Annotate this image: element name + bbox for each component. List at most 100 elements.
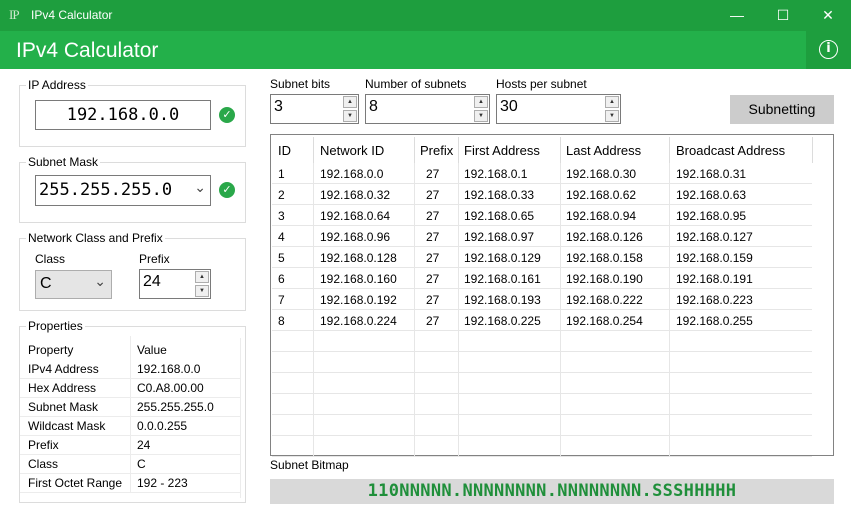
- table-header-cell[interactable]: First Address: [464, 143, 540, 158]
- property-name: Subnet Mask: [28, 400, 99, 414]
- ip-address-input[interactable]: 192.168.0.0: [35, 100, 211, 130]
- network-id-cell: 192.168.0.160: [320, 272, 397, 286]
- table-header-cell[interactable]: Last Address: [566, 143, 641, 158]
- number-of-subnets-stepper[interactable]: 8 ▲ ▼: [365, 94, 490, 124]
- number-of-subnets-value: 8: [369, 98, 378, 115]
- subnetting-button[interactable]: Subnetting: [730, 95, 834, 124]
- network-id-cell: 192.168.0.64: [320, 209, 391, 223]
- last-address-cell: 192.168.0.94: [566, 209, 637, 223]
- broadcast-address-cell: 192.168.0.127: [676, 230, 753, 244]
- table-row[interactable]: [272, 331, 812, 352]
- stepper-up-icon[interactable]: ▲: [343, 96, 357, 108]
- property-row: Subnet Mask 255.255.255.0: [20, 398, 241, 417]
- subnet-mask-legend: Subnet Mask: [28, 155, 99, 169]
- close-icon[interactable]: ✕: [805, 0, 851, 31]
- first-address-cell: 192.168.0.193: [464, 293, 541, 307]
- network-class-legend: Network Class and Prefix: [28, 231, 163, 245]
- last-address-cell: 192.168.0.254: [566, 314, 643, 328]
- table-header-cell[interactable]: ID: [278, 143, 291, 158]
- subnet-bits-value: 3: [274, 98, 283, 115]
- table-row[interactable]: [272, 373, 812, 394]
- last-address-cell: 192.168.0.126: [566, 230, 643, 244]
- prefix-value: 24: [143, 273, 161, 290]
- table-row[interactable]: 8 192.168.0.224 27 192.168.0.225 192.168.0.2…: [272, 310, 812, 331]
- table-row[interactable]: [272, 415, 812, 436]
- network-id-cell: 192.168.0.0: [320, 167, 384, 181]
- table-row[interactable]: 6 192.168.0.160 27 192.168.0.161 192.168.0.1…: [272, 268, 812, 289]
- network-id-cell: 192.168.0.224: [320, 314, 397, 328]
- prefix-cell: 27: [426, 167, 440, 181]
- table-row[interactable]: [272, 352, 812, 373]
- subnet-bitmap-label: Subnet Bitmap: [270, 458, 349, 472]
- properties-legend: Properties: [28, 319, 83, 333]
- property-row: IPv4 Address 192.168.0.0: [20, 360, 241, 379]
- broadcast-address-cell: 192.168.0.159: [676, 251, 753, 265]
- table-row[interactable]: 3 192.168.0.64 27 192.168.0.65 192.168.0.94 1…: [272, 205, 812, 226]
- last-address-cell: 192.168.0.158: [566, 251, 643, 265]
- table-row[interactable]: 5 192.168.0.128 27 192.168.0.129 192.168.0.1…: [272, 247, 812, 268]
- prefix-cell: 27: [426, 293, 440, 307]
- maximize-icon[interactable]: ☐: [760, 0, 806, 31]
- id-cell: 7: [278, 293, 285, 307]
- id-cell: 6: [278, 272, 285, 286]
- table-row[interactable]: 1 192.168.0.0 27 192.168.0.1 192.168.0.30 192…: [272, 163, 812, 184]
- broadcast-address-cell: 192.168.0.223: [676, 293, 753, 307]
- number-of-subnets-label: Number of subnets: [365, 77, 467, 91]
- info-button[interactable]: i: [806, 31, 851, 69]
- broadcast-address-cell: 192.168.0.63: [676, 188, 747, 202]
- subnet-table[interactable]: ID Network ID Prefix First Address Last …: [270, 134, 834, 457]
- stepper-down-icon[interactable]: ▼: [474, 110, 488, 122]
- property-value: 192.168.0.0: [137, 362, 201, 376]
- network-id-cell: 192.168.0.128: [320, 251, 397, 265]
- stepper-up-icon[interactable]: ▲: [195, 271, 209, 283]
- property-name: Wildcast Mask: [28, 419, 106, 433]
- network-id-cell: 192.168.0.96: [320, 230, 391, 244]
- app-header: IPv4 Calculator i: [0, 31, 851, 69]
- prefix-stepper[interactable]: 24 ▲ ▼: [139, 269, 211, 299]
- property-name: IPv4 Address: [28, 362, 99, 376]
- network-id-cell: 192.168.0.192: [320, 293, 397, 307]
- property-name: Hex Address: [28, 381, 97, 395]
- stepper-down-icon[interactable]: ▼: [195, 285, 209, 297]
- hosts-per-subnet-stepper[interactable]: 30 ▲ ▼: [496, 94, 621, 124]
- class-value: C: [40, 275, 52, 292]
- property-value: 0.0.0.255: [137, 419, 188, 433]
- stepper-up-icon[interactable]: ▲: [474, 96, 488, 108]
- ip-valid-check-icon: ✓: [219, 107, 235, 123]
- network-id-cell: 192.168.0.32: [320, 188, 391, 202]
- id-cell: 3: [278, 209, 285, 223]
- stepper-down-icon[interactable]: ▼: [343, 110, 357, 122]
- table-row[interactable]: [272, 436, 812, 457]
- table-header-cell[interactable]: Network ID: [320, 143, 384, 158]
- table-header-cell[interactable]: Broadcast Address: [676, 143, 785, 158]
- table-row[interactable]: 4 192.168.0.96 27 192.168.0.97 192.168.0.126…: [272, 226, 812, 247]
- subnet-mask-dropdown[interactable]: 255.255.255.0 ⌄: [35, 175, 211, 206]
- minimize-icon[interactable]: —: [714, 0, 760, 31]
- first-address-cell: 192.168.0.97: [464, 230, 535, 244]
- properties-header: Property Value: [20, 336, 241, 360]
- page-title: IPv4 Calculator: [16, 39, 159, 62]
- prefix-cell: 27: [426, 230, 440, 244]
- property-row: First Octet Range 192 - 223: [20, 474, 241, 493]
- stepper-down-icon[interactable]: ▼: [605, 110, 619, 122]
- class-dropdown[interactable]: C ⌄: [35, 270, 112, 299]
- last-address-cell: 192.168.0.30: [566, 167, 637, 181]
- stepper-up-icon[interactable]: ▲: [605, 96, 619, 108]
- property-value: C: [137, 457, 146, 471]
- class-label: Class: [35, 252, 66, 266]
- first-address-cell: 192.168.0.161: [464, 272, 541, 286]
- subnet-bits-stepper[interactable]: 3 ▲ ▼: [270, 94, 359, 124]
- table-row[interactable]: 7 192.168.0.192 27 192.168.0.193 192.168.0.2…: [272, 289, 812, 310]
- chevron-down-icon: ⌄: [194, 179, 206, 195]
- last-address-cell: 192.168.0.62: [566, 188, 637, 202]
- table-row[interactable]: 2 192.168.0.32 27 192.168.0.33 192.168.0.62 1…: [272, 184, 812, 205]
- first-address-cell: 192.168.0.33: [464, 188, 535, 202]
- prefix-cell: 27: [426, 272, 440, 286]
- table-row[interactable]: [272, 394, 812, 415]
- first-address-cell: 192.168.0.65: [464, 209, 535, 223]
- property-row: Prefix 24: [20, 436, 241, 455]
- table-header-cell[interactable]: Prefix: [420, 143, 453, 158]
- first-address-cell: 192.168.0.129: [464, 251, 541, 265]
- last-address-cell: 192.168.0.190: [566, 272, 643, 286]
- prefix-cell: 27: [426, 314, 440, 328]
